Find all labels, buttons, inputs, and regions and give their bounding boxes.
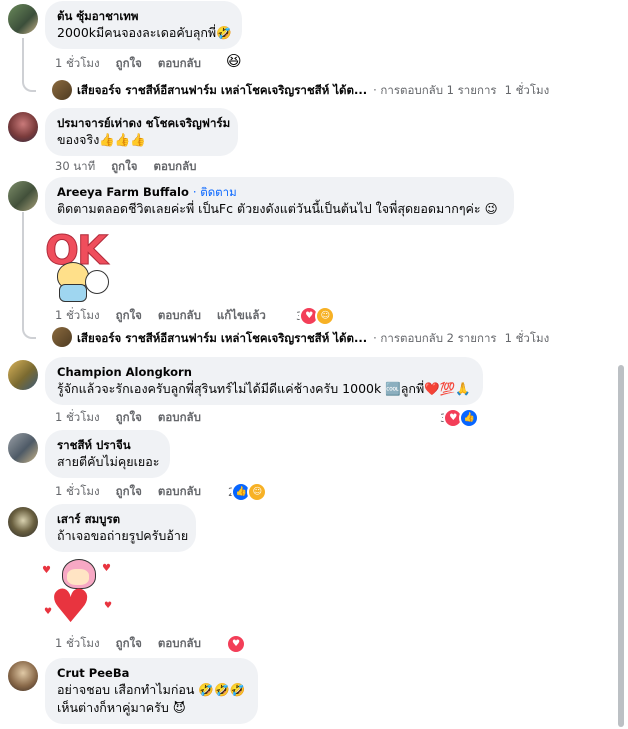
comment-time[interactable]: 1 ชั่วโมง <box>55 483 100 501</box>
like-button[interactable]: ถูกใจ <box>116 483 142 501</box>
avatar[interactable] <box>8 507 38 537</box>
avatar[interactable] <box>8 181 38 211</box>
comment-text: 2000kมีคนจองละเดอคับลุกพี่🤣 <box>57 25 232 40</box>
avatar[interactable] <box>8 360 38 390</box>
comment-actions: 1 ชั่วโมง ถูกใจ ตอบกลับ <box>55 55 217 73</box>
avatar <box>52 327 72 347</box>
like-button[interactable]: ถูกใจ <box>116 635 142 653</box>
like-button[interactable]: ถูกใจ <box>116 409 142 427</box>
comment-bubble: ต้น ซุ้มอาชาเทพ 2000kมีคนจองละเดอคับลุกพ… <box>45 1 242 49</box>
comment-text: เห็นต่างก็หาคู่มาครับ 😈 <box>57 700 186 715</box>
reply-authors: เสียจอร์จ ราชสีห์อีสานฟาร์ม เหล่าโชคเจริ… <box>77 83 368 97</box>
heart-icon: ♥ <box>50 579 92 633</box>
comment-author[interactable]: Crut PeeBa <box>57 665 246 681</box>
heart-icon: ♥ <box>42 565 51 576</box>
reply-button[interactable]: ตอบกลับ <box>158 307 201 325</box>
like-icon: 👍 <box>459 408 480 428</box>
comment-text: ติดตามตลอดชีวิตเลยค่ะพี่ เป็นFc ตัวยงดัง… <box>57 201 498 216</box>
edited-label[interactable]: แก้ไขแล้ว <box>217 307 266 325</box>
view-replies-link[interactable]: เสียจอร์จ ราชสีห์อีสานฟาร์ม เหล่าโชคเจริ… <box>77 330 549 348</box>
comment-author[interactable]: ปรมาจารย์เห่าดง ชโชคเจริญฟาร์ม <box>57 115 230 131</box>
avatar[interactable] <box>8 4 38 34</box>
comment-bubble: Champion Alongkorn รู้จักแล้วจะรักเองครั… <box>45 357 483 405</box>
character-icon <box>59 284 87 302</box>
comment-time[interactable]: 30 นาที <box>55 158 95 176</box>
reply-button[interactable]: ตอบกลับ <box>153 158 196 176</box>
comment-actions: 1 ชั่วโมง ถูกใจ ตอบกลับ <box>55 635 217 653</box>
comment-time[interactable]: 1 ชั่วโมง <box>55 307 100 325</box>
comment-actions: 30 นาที ถูกใจ ตอบกลับ <box>55 158 212 176</box>
ok-sticker: OK <box>45 228 117 302</box>
reaction-summary[interactable]: 3 ♥ ☺ <box>296 306 336 326</box>
comment-bubble: เสาร์ สมบูรต ถ้าเจอขอถ่ายรูปครับอ้าย <box>45 504 196 552</box>
haha-icon: ☺ <box>315 306 336 326</box>
reply-count: · การตอบกลับ 1 รายการ <box>373 83 497 97</box>
comment-text: สายตีคับไม่คุยเยอะ <box>57 454 160 469</box>
heart-icon: ♥ <box>44 607 53 617</box>
reply-button[interactable]: ตอบกลับ <box>158 483 201 501</box>
comment-bubble: Areeya Farm Buffalo · ติดตาม ติดตามตลอดช… <box>45 177 514 225</box>
like-button[interactable]: ถูกใจ <box>111 158 137 176</box>
reply-count: · การตอบกลับ 2 รายการ <box>373 331 497 345</box>
comment-author[interactable]: Areeya Farm Buffalo <box>57 185 189 199</box>
comment-actions: 1 ชั่วโมง ถูกใจ ตอบกลับ <box>55 483 217 501</box>
thread-curve <box>22 76 36 92</box>
comment-text: ของจริง👍👍👍 <box>57 132 146 147</box>
character-icon <box>85 270 109 294</box>
comment-bubble: Crut PeeBa อย่าจชอบ เสือกทำไมก่อน 🤣🤣🤣 เห… <box>45 658 258 724</box>
comment-author[interactable]: ราชสีห์ ปราจีน <box>57 437 158 453</box>
comment-text: รู้จักแล้วจะรักเองครับลูกพี่สุรินทร์ไม่ไ… <box>57 381 471 396</box>
thread-curve <box>22 323 36 339</box>
like-button[interactable]: ถูกใจ <box>116 55 142 73</box>
comment-text: ถ้าเจอขอถ่ายรูปครับอ้าย <box>57 528 189 543</box>
comment-time[interactable]: 1 ชั่วโมง <box>55 55 100 73</box>
comment-author[interactable]: Champion Alongkorn <box>57 364 471 380</box>
reaction-summary[interactable]: ♥ <box>224 634 246 654</box>
reply-button[interactable]: ตอบกลับ <box>158 409 201 427</box>
heart-sticker: ♥ ♥ ♥ ♥ ♥ <box>42 557 114 629</box>
comment-time[interactable]: 1 ชั่วโมง <box>55 409 100 427</box>
like-button[interactable]: ถูกใจ <box>116 307 142 325</box>
view-replies-link[interactable]: เสียจอร์จ ราชสีห์อีสานฟาร์ม เหล่าโชคเจริ… <box>77 82 549 100</box>
haha-icon: ☺ <box>247 482 268 502</box>
reply-button[interactable]: ตอบกลับ <box>158 635 201 653</box>
comment-author[interactable]: ต้น ซุ้มอาชาเทพ <box>57 8 230 24</box>
reaction-summary[interactable]: 2 👍 ☺ <box>228 482 268 502</box>
reply-authors: เสียจอร์จ ราชสีห์อีสานฟาร์ม เหล่าโชคเจริ… <box>77 331 368 345</box>
reply-time: 1 ชั่วโมง <box>504 331 550 345</box>
reply-button[interactable]: ตอบกลับ <box>158 55 201 73</box>
comment-bubble: ปรมาจารย์เห่าดง ชโชคเจริญฟาร์ม ของจริง👍👍… <box>45 108 238 156</box>
comment-actions: 1 ชั่วโมง ถูกใจ ตอบกลับ <box>55 409 217 427</box>
scrollbar[interactable] <box>618 365 624 727</box>
avatar <box>52 80 72 100</box>
reaction-summary[interactable]: 3 ♥ 👍 <box>440 408 480 428</box>
love-icon: ♥ <box>226 634 246 654</box>
thread-line <box>22 212 24 328</box>
comment-actions: 1 ชั่วโมง ถูกใจ ตอบกลับ แก้ไขแล้ว <box>55 307 282 325</box>
avatar[interactable] <box>8 433 38 463</box>
comment-bubble: ราชสีห์ ปราจีน สายตีคับไม่คุยเยอะ <box>45 430 170 478</box>
follow-link[interactable]: · ติดตาม <box>193 185 237 199</box>
comment-text: อย่าจชอบ เสือกทำไมก่อน 🤣🤣🤣 <box>57 682 246 697</box>
comment-time[interactable]: 1 ชั่วโมง <box>55 635 100 653</box>
comment-author[interactable]: เสาร์ สมบูรต <box>57 511 184 527</box>
reply-time: 1 ชั่วโมง <box>504 83 550 97</box>
avatar[interactable] <box>8 661 38 691</box>
haha-icon: 😆 <box>226 52 242 70</box>
avatar[interactable] <box>8 112 38 142</box>
heart-icon: ♥ <box>102 563 111 574</box>
heart-icon: ♥ <box>104 601 113 611</box>
